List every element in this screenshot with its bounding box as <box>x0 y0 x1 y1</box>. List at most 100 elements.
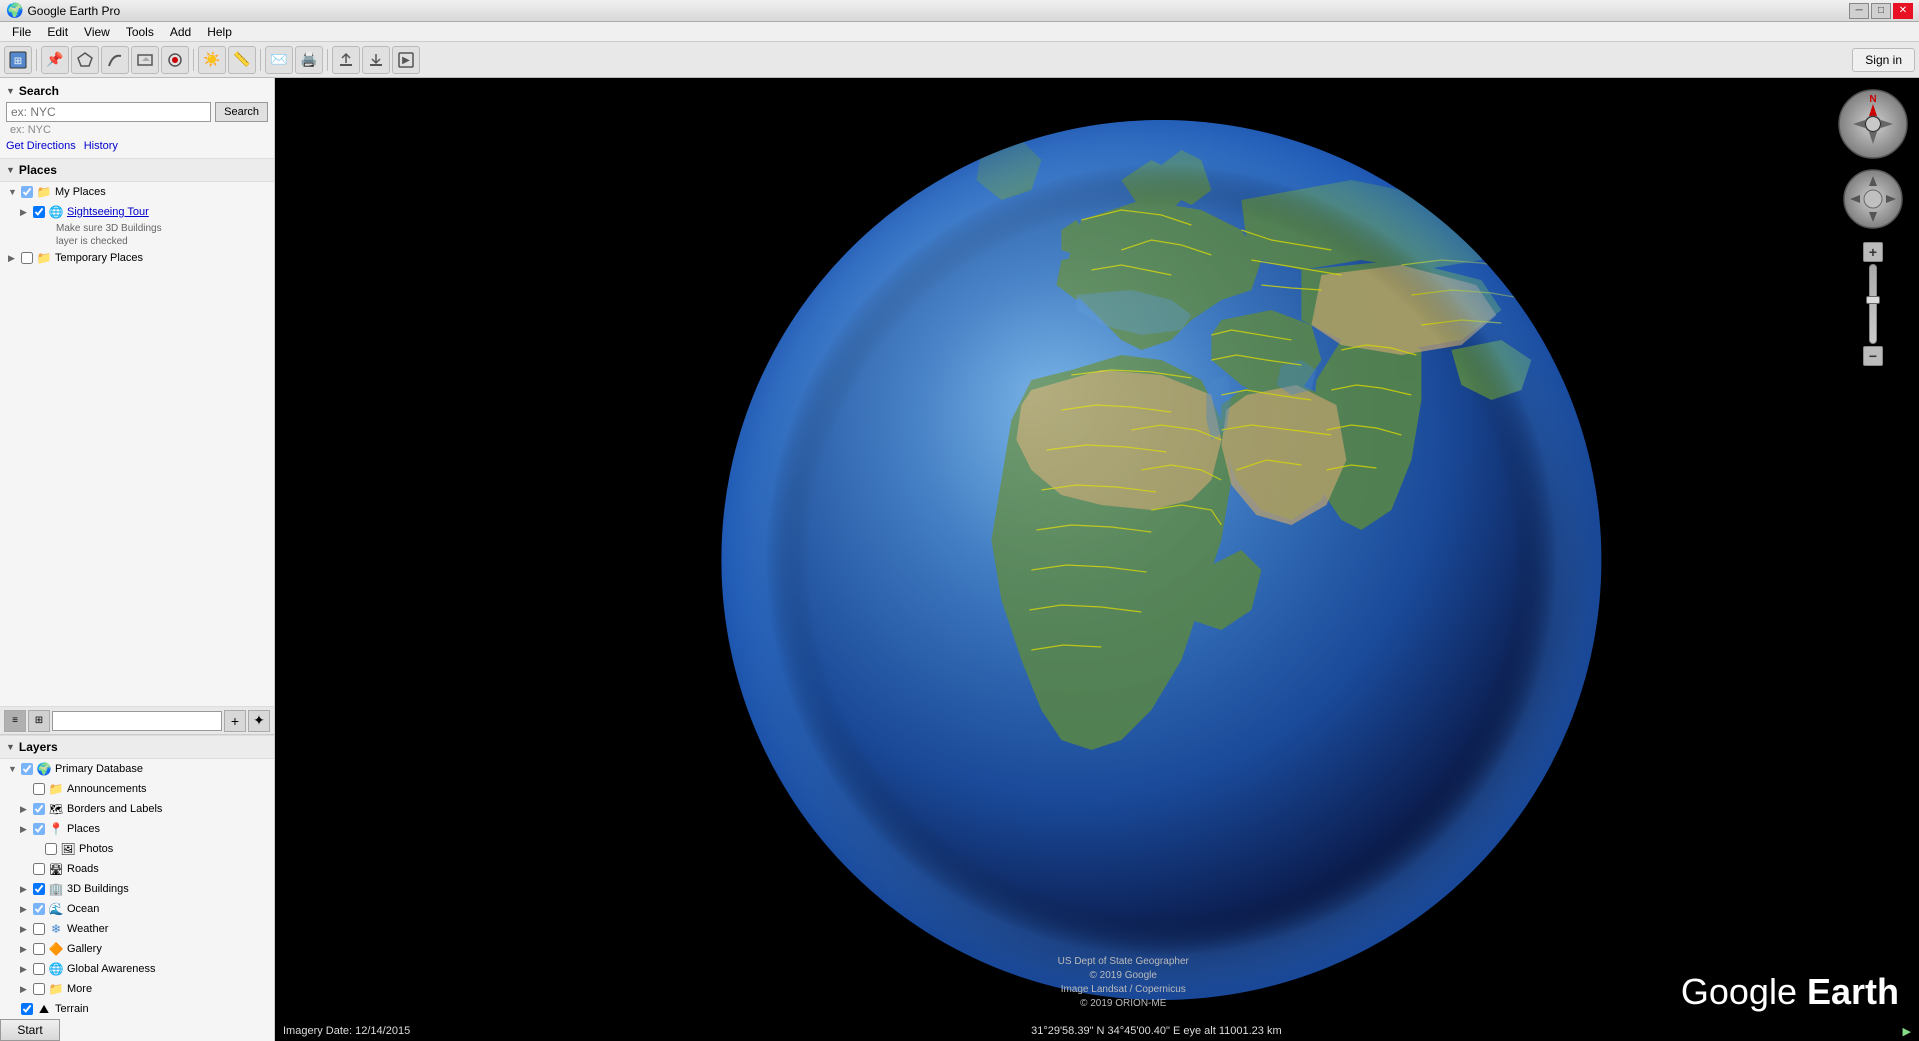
maximize-button[interactable]: □ <box>1871 3 1891 19</box>
layer-gallery[interactable]: ▶ 🔶 Gallery <box>0 939 274 959</box>
checkbox-announcements[interactable] <box>33 783 45 795</box>
layer-global-awareness[interactable]: ▶ 🌐 Global Awareness <box>0 959 274 979</box>
layer-roads[interactable]: ▶ 🛣 Roads <box>0 859 274 879</box>
checkbox-terrain[interactable] <box>21 1003 33 1015</box>
menu-view[interactable]: View <box>76 23 118 41</box>
compass-control[interactable]: N <box>1837 88 1909 160</box>
checkbox-primary-db[interactable] <box>21 763 33 775</box>
svg-text:N: N <box>1869 94 1876 105</box>
layers-header[interactable]: ▼ Layers <box>0 736 274 759</box>
toolbar-path[interactable] <box>101 46 129 74</box>
places-collapse-arrow: ▼ <box>6 165 15 175</box>
toolbar-sep3 <box>260 49 261 71</box>
layer-ocean[interactable]: ▶ 🌊 Ocean <box>0 899 274 919</box>
layers-collapse-arrow: ▼ <box>6 742 15 752</box>
zoom-slider: + − <box>1863 242 1883 366</box>
close-button[interactable]: ✕ <box>1893 3 1913 19</box>
checkbox-global[interactable] <box>33 963 45 975</box>
expand-gallery: ▶ <box>20 944 30 955</box>
menu-add[interactable]: Add <box>162 23 199 41</box>
label-roads: Roads <box>67 863 99 875</box>
toolbar-import[interactable]: ▶ <box>392 46 420 74</box>
minimize-button[interactable]: ─ <box>1849 3 1869 19</box>
zoom-out-button[interactable]: − <box>1863 346 1883 366</box>
checkbox-places-layer[interactable] <box>33 823 45 835</box>
checkbox-sightseeing[interactable] <box>33 206 45 218</box>
svg-text:⊞: ⊞ <box>14 56 22 67</box>
checkbox-my-places[interactable] <box>21 186 33 198</box>
menu-file[interactable]: File <box>4 23 39 41</box>
checkbox-photos[interactable] <box>45 843 57 855</box>
menu-help[interactable]: Help <box>199 23 240 41</box>
layer-weather[interactable]: ▶ ❄ Weather <box>0 919 274 939</box>
toolbar-ruler[interactable]: 📏 <box>228 46 256 74</box>
menu-tools[interactable]: Tools <box>118 23 162 41</box>
zoom-in-button[interactable]: + <box>1863 242 1883 262</box>
search-input[interactable] <box>6 102 211 122</box>
checkbox-3d-buildings[interactable] <box>33 883 45 895</box>
checkbox-borders[interactable] <box>33 803 45 815</box>
icon-weather: ❄ <box>48 921 64 937</box>
layer-more[interactable]: ▶ 📁 More <box>0 979 274 999</box>
checkbox-gallery[interactable] <box>33 943 45 955</box>
toolbar-record-tour[interactable] <box>161 46 189 74</box>
toolbar-upload[interactable] <box>332 46 360 74</box>
start-button[interactable]: Start <box>0 1019 60 1041</box>
places-add-item[interactable]: ✦ <box>248 710 270 732</box>
label-my-places: My Places <box>55 186 106 198</box>
label-sightseeing-tour[interactable]: Sightseeing Tour <box>67 206 149 218</box>
layer-announcements[interactable]: ▶ 📁 Announcements <box>0 779 274 799</box>
toolbar-sep2 <box>193 49 194 71</box>
move-joystick[interactable] <box>1842 168 1904 230</box>
history-link[interactable]: History <box>84 140 118 152</box>
places-toolbar: ≡ ⊞ + ✦ <box>0 707 274 735</box>
layer-places[interactable]: ▶ 📍 Places <box>0 819 274 839</box>
icon-global: 🌐 <box>48 961 64 977</box>
places-add-folder[interactable]: + <box>224 710 246 732</box>
zoom-thumb[interactable] <box>1866 296 1880 304</box>
menu-edit[interactable]: Edit <box>39 23 76 41</box>
icon-3d-buildings: 🏢 <box>48 881 64 897</box>
tree-item-sightseeing-tour[interactable]: ▶ 🌐 Sightseeing Tour <box>0 202 274 222</box>
layer-3d-buildings[interactable]: ▶ 🏢 3D Buildings <box>0 879 274 899</box>
toolbar-polygon[interactable] <box>71 46 99 74</box>
toolbar-email[interactable]: ✉️ <box>265 46 293 74</box>
left-panel: ▼ Search Search ex: NYC Get Directions H… <box>0 78 275 1041</box>
signin-button[interactable]: Sign in <box>1852 48 1915 72</box>
tree-item-my-places[interactable]: ▼ 📁 My Places <box>0 182 274 202</box>
search-header[interactable]: ▼ Search <box>6 84 268 98</box>
zoom-track[interactable] <box>1869 264 1877 344</box>
layer-photos[interactable]: ▶ 🖼 Photos <box>0 839 274 859</box>
search-button[interactable]: Search <box>215 102 268 122</box>
checkbox-roads[interactable] <box>33 863 45 875</box>
map-area[interactable]: US Dept of State Geographer © 2019 Googl… <box>275 78 1919 1041</box>
main-layout: ▼ Search Search ex: NYC Get Directions H… <box>0 78 1919 1041</box>
toolbar-download[interactable] <box>362 46 390 74</box>
layer-borders-labels[interactable]: ▶ 🗺 Borders and Labels <box>0 799 274 819</box>
icon-borders: 🗺 <box>48 801 64 817</box>
titlebar-controls: ─ □ ✕ <box>1849 3 1913 19</box>
checkbox-ocean[interactable] <box>33 903 45 915</box>
places-header[interactable]: ▼ Places <box>0 159 274 182</box>
toolbar-placemark[interactable]: 📌 <box>41 46 69 74</box>
checkbox-weather[interactable] <box>33 923 45 935</box>
toolbar-sun[interactable]: ☀️ <box>198 46 226 74</box>
checkbox-more[interactable] <box>33 983 45 995</box>
places-tab-grid[interactable]: ⊞ <box>28 710 50 732</box>
tree-item-temporary-places[interactable]: ▶ 📁 Temporary Places <box>0 248 274 268</box>
icon-announcements: 📁 <box>48 781 64 797</box>
icon-ocean: 🌊 <box>48 901 64 917</box>
toolbar-image-overlay[interactable] <box>131 46 159 74</box>
get-directions-link[interactable]: Get Directions <box>6 140 76 152</box>
statusbar-streaming[interactable]: ▶ <box>1903 1025 1911 1038</box>
toolbar-print[interactable]: 🖨️ <box>295 46 323 74</box>
places-tab-list[interactable]: ≡ <box>4 710 26 732</box>
toolbar-earth-view[interactable]: ⊞ <box>4 46 32 74</box>
joystick-svg <box>1842 168 1904 230</box>
compass-svg: N <box>1837 88 1909 160</box>
layer-primary-db[interactable]: ▼ 🌍 Primary Database <box>0 759 274 779</box>
icon-primary-db: 🌍 <box>36 761 52 777</box>
layer-terrain[interactable]: ▶ ⛰ Terrain <box>0 999 274 1019</box>
checkbox-temp-places[interactable] <box>21 252 33 264</box>
places-search-input[interactable] <box>52 711 222 731</box>
